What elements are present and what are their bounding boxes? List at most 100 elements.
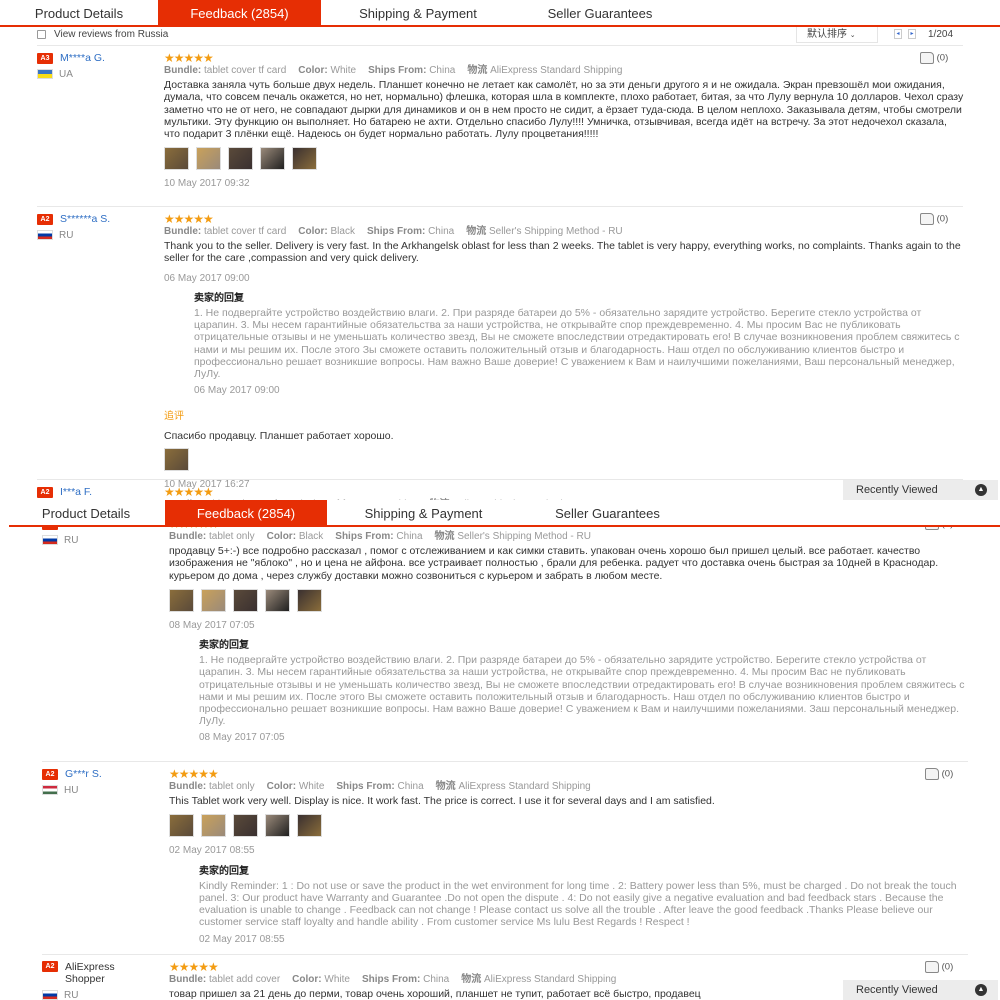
- reviewer-country: UA: [37, 69, 157, 80]
- tab-shipping[interactable]: Shipping & Payment: [327, 500, 520, 525]
- star-rating: ★★★★★: [164, 51, 214, 65]
- review-photo-thumbnail[interactable]: [297, 588, 322, 612]
- recently-viewed-button[interactable]: Recently Viewed ▲: [843, 480, 998, 500]
- review-divider: [37, 206, 963, 207]
- review-photo-thumbnail[interactable]: [292, 147, 317, 171]
- review-photo-thumbnail[interactable]: [233, 588, 258, 612]
- sort-dropdown[interactable]: 默认排序 ⌄: [796, 26, 878, 43]
- tab-feedback[interactable]: Feedback (2854): [158, 0, 321, 25]
- sort-label: 默认排序: [807, 29, 847, 40]
- order-bundle: Bundle: tablet only: [169, 531, 255, 542]
- reviewer-name[interactable]: I***a F.: [60, 486, 92, 498]
- tab-bar: Product Details Feedback (2854) Shipping &…: [0, 0, 1000, 27]
- helpful-button[interactable]: (0): [920, 52, 948, 64]
- prev-page-icon[interactable]: ◂: [894, 29, 902, 39]
- review-photo-thumbnail[interactable]: [297, 814, 322, 838]
- review-photo-thumbnail[interactable]: [265, 588, 290, 612]
- tab-shipping[interactable]: Shipping & Payment: [321, 0, 515, 25]
- order-label: Bundle:: [164, 65, 202, 76]
- review-divider: [42, 954, 968, 955]
- helpful-count: (0): [936, 52, 949, 64]
- reviewer-name[interactable]: M****a G.: [60, 52, 105, 64]
- seller-reply-title: 卖家的回复: [199, 865, 249, 877]
- chevron-up-icon: ▲: [975, 984, 987, 996]
- review-photo-thumbnail[interactable]: [196, 147, 221, 171]
- order-label: 物流: [466, 226, 487, 237]
- order-label: 物流: [467, 65, 488, 76]
- order-label: Ships From:: [361, 974, 421, 985]
- order-value: White: [330, 65, 357, 76]
- star-rating: ★★★★★: [169, 767, 219, 781]
- russia-filter-checkbox[interactable]: [37, 30, 46, 39]
- review-photo-thumbnail[interactable]: [169, 588, 194, 612]
- order-value: AliExpress Standard Shipping: [484, 974, 617, 985]
- order-shipping: 物流 Seller's Shipping Method - RU: [435, 531, 591, 542]
- order-shipping: 物流 Seller's Shipping Method - RU: [466, 226, 622, 237]
- tab-feedback[interactable]: Feedback (2854): [165, 500, 327, 525]
- reviewer-name[interactable]: AliExpress Shopper: [65, 961, 145, 985]
- order-color: Color: Black: [298, 226, 355, 237]
- recently-viewed-button[interactable]: Recently Viewed ▲: [843, 980, 998, 1000]
- review-date: 06 May 2017 09:00: [164, 272, 250, 284]
- order-label: Color:: [266, 531, 297, 542]
- review-photo-thumbnail[interactable]: [164, 447, 189, 471]
- review-photo-thumbnail[interactable]: [228, 147, 253, 171]
- review-photo-thumbnail[interactable]: [164, 147, 189, 171]
- reviewer-name[interactable]: G***r S.: [65, 768, 102, 780]
- reviewer-info: A2 S******a S. RU: [37, 213, 157, 241]
- tab-product[interactable]: Product Details: [7, 500, 165, 525]
- reviewer-info: A2 G***r S. HU: [42, 768, 162, 796]
- tab-seller[interactable]: Seller Guarantees: [520, 500, 695, 525]
- next-page-icon[interactable]: ▸: [908, 29, 916, 39]
- order-label: Color:: [298, 226, 328, 237]
- order-info: Bundle: tablet cover tf card Color: Black…: [164, 226, 964, 238]
- review-photo-thumbnail[interactable]: [201, 814, 226, 838]
- review-text: продавцу 5+:-) все подробно рассказал , …: [169, 545, 939, 582]
- buyer-level-badge: A2: [37, 486, 53, 498]
- seller-reply-date: 06 May 2017 09:00: [194, 385, 280, 397]
- review-photo-thumbnail[interactable]: [265, 814, 290, 838]
- review-photo-thumbnail[interactable]: [201, 588, 226, 612]
- helpful-button[interactable]: (0): [925, 961, 953, 973]
- review-content: ★★★★★ Bundle: tablet cover tf card Color: …: [164, 52, 964, 190]
- order-label: Ships From:: [366, 226, 426, 237]
- reviewer-name[interactable]: S******a S.: [60, 213, 110, 225]
- review-content: ★★★★★ Bundle: tablet only Color: White Ship…: [169, 768, 969, 946]
- seller-reply: 卖家的回复 Kindly Reminder: 1 : Do not use or …: [199, 866, 969, 946]
- order-label: Ships From:: [368, 65, 427, 76]
- order-ships-from: Ships From: China: [368, 65, 455, 76]
- reviewer-info: A2I***a F.RU: [37, 486, 157, 500]
- reviewer-info: A2 AliExpress Shopper RU: [42, 961, 162, 1000]
- order-label: Color:: [266, 781, 297, 792]
- seller-reply: 卖家的回复 1. Не подвергайте устройство воздей…: [199, 640, 969, 745]
- review-photo-thumbnail[interactable]: [260, 147, 285, 171]
- order-value: AliExpress Standard Shipping: [490, 65, 623, 76]
- reviewer-country: RU: [42, 990, 162, 1000]
- order-label: Color:: [298, 65, 328, 76]
- tab-seller[interactable]: Seller Guarantees: [515, 0, 685, 25]
- review-photo-thumbnail[interactable]: [233, 814, 258, 838]
- review-content: ★★★★★ Bundle: tablet cover tf card Color: …: [164, 213, 964, 491]
- review-text: Thank you to the seller. Delivery is ver…: [164, 240, 961, 265]
- seller-reply: 卖家的回复 1. Не подвергайте устройство воздей…: [194, 293, 964, 398]
- order-ships-from: Ships From: China: [336, 781, 423, 792]
- review-photos: [164, 147, 964, 171]
- seller-reply-date: 02 May 2017 08:55: [199, 933, 285, 945]
- helpful-button[interactable]: (0): [920, 213, 948, 225]
- helpful-button[interactable]: (0): [925, 768, 953, 780]
- reviewer-country: RU: [37, 230, 157, 241]
- seller-reply-text: 1. Не подвергайте устройство воздействию…: [194, 307, 960, 381]
- order-color: Color: White: [267, 781, 325, 792]
- seller-reply-title: 卖家的回复: [194, 292, 244, 304]
- country-flag-icon: [42, 990, 58, 1000]
- country-code: UA: [59, 69, 73, 80]
- tab-product[interactable]: Product Details: [0, 0, 158, 25]
- review-photo-thumbnail[interactable]: [169, 814, 194, 838]
- order-bundle: Bundle: tablet add cover: [169, 974, 280, 985]
- russia-filter-label[interactable]: View reviews from Russia: [54, 29, 168, 40]
- reviewer-country: HU: [42, 785, 162, 796]
- review-divider: [42, 761, 968, 762]
- order-info: Bundle: tablet cover tf card Color: White…: [164, 65, 964, 77]
- review-text: Доставка заняла чуть больше двух недель.…: [164, 79, 964, 141]
- buyer-level-badge: A3: [37, 52, 53, 64]
